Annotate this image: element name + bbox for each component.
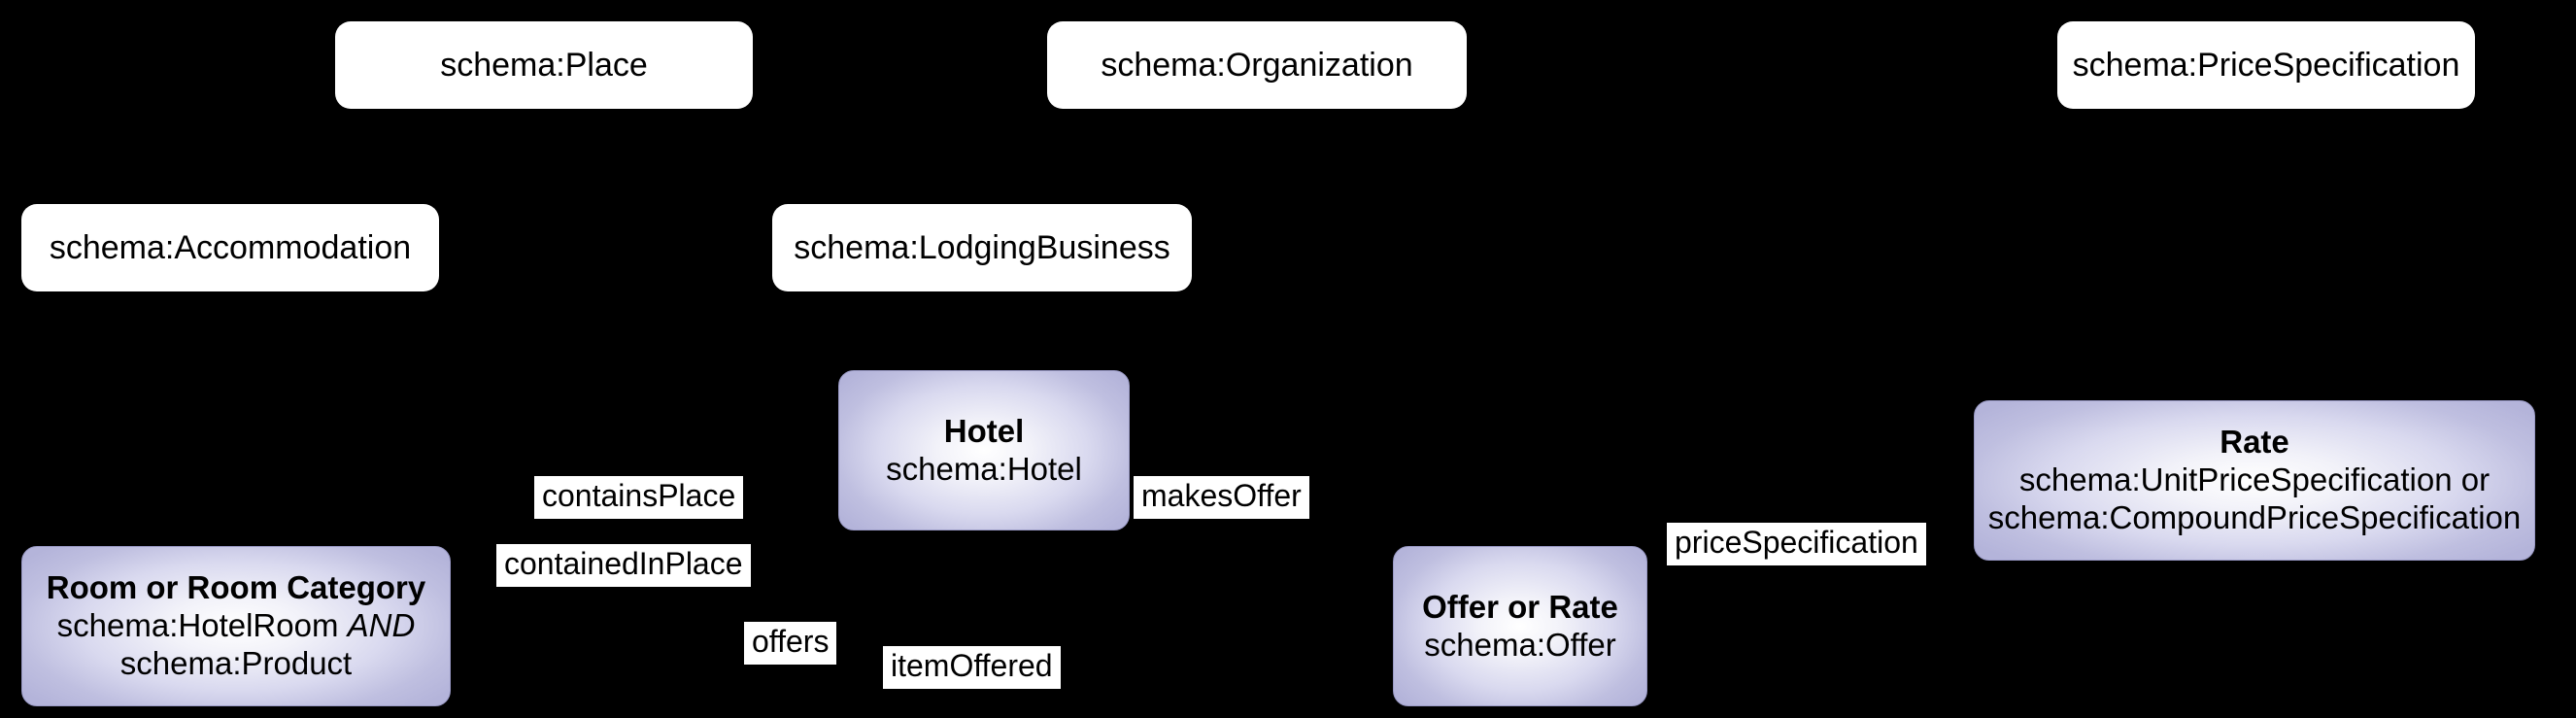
node-schema-place[interactable]: schema:Place — [335, 21, 753, 109]
edge-label-price-specification-text: priceSpecification — [1675, 525, 1918, 560]
node-hotel-title: Hotel — [943, 412, 1025, 449]
edge-label-offers-text: offers — [752, 624, 830, 659]
edge-label-offers[interactable]: offers — [744, 622, 837, 665]
edge-label-makes-offer-text: makesOffer — [1141, 478, 1302, 513]
node-schema-accommodation-label: schema:Accommodation — [49, 228, 412, 266]
node-schema-place-label: schema:Place — [440, 46, 648, 84]
node-schema-organization[interactable]: schema:Organization — [1047, 21, 1467, 109]
node-schema-pricespecification-label: schema:PriceSpecification — [2072, 46, 2460, 84]
node-offer-subtitle: schema:Offer — [1424, 626, 1616, 663]
node-room-subtitle-pre: schema:HotelRoom — [56, 607, 348, 644]
node-schema-accommodation[interactable]: schema:Accommodation — [21, 204, 439, 291]
edge-label-contained-in-place-text: containedInPlace — [504, 546, 743, 581]
node-rate-title: Rate — [2220, 424, 2289, 461]
node-room-subtitle-line1: schema:HotelRoom AND — [57, 607, 416, 645]
node-room-subtitle-line2: schema:Product — [119, 644, 353, 681]
edge-label-price-specification[interactable]: priceSpecification — [1667, 523, 1926, 565]
node-hotel-subtitle: schema:Hotel — [886, 450, 1082, 487]
node-room-or-room-category[interactable]: Room or Room Category schema:HotelRoom A… — [21, 546, 451, 706]
node-offer-title: Offer or Rate — [1422, 588, 1618, 625]
node-schema-organization-label: schema:Organization — [1101, 46, 1413, 84]
node-room-subtitle-and: AND — [347, 607, 416, 644]
node-rate[interactable]: Rate schema:UnitPriceSpecification or sc… — [1974, 400, 2535, 561]
diagram-canvas: schema:Place schema:Organization schema:… — [0, 0, 2576, 718]
node-schema-lodgingbusiness[interactable]: schema:LodgingBusiness — [772, 204, 1192, 291]
node-room-title: Room or Room Category — [46, 569, 426, 606]
node-schema-lodgingbusiness-label: schema:LodgingBusiness — [794, 228, 1170, 266]
edge-label-item-offered-text: itemOffered — [891, 648, 1053, 683]
generalization-arrow-place — [508, 109, 580, 131]
node-schema-pricespecification[interactable]: schema:PriceSpecification — [2057, 21, 2475, 109]
edge-label-contains-place[interactable]: containsPlace — [534, 476, 744, 519]
edge-label-item-offered[interactable]: itemOffered — [883, 646, 1061, 689]
node-rate-subtitle-line1: schema:UnitPriceSpecification or — [2018, 462, 2491, 498]
edge-label-contained-in-place[interactable]: containedInPlace — [496, 544, 751, 587]
edge-label-makes-offer[interactable]: makesOffer — [1134, 476, 1309, 519]
node-offer-or-rate[interactable]: Offer or Rate schema:Offer — [1393, 546, 1647, 706]
node-rate-subtitle-line2: schema:CompoundPriceSpecification — [1987, 498, 2522, 535]
node-hotel[interactable]: Hotel schema:Hotel — [838, 370, 1130, 530]
edge-label-contains-place-text: containsPlace — [542, 478, 736, 513]
